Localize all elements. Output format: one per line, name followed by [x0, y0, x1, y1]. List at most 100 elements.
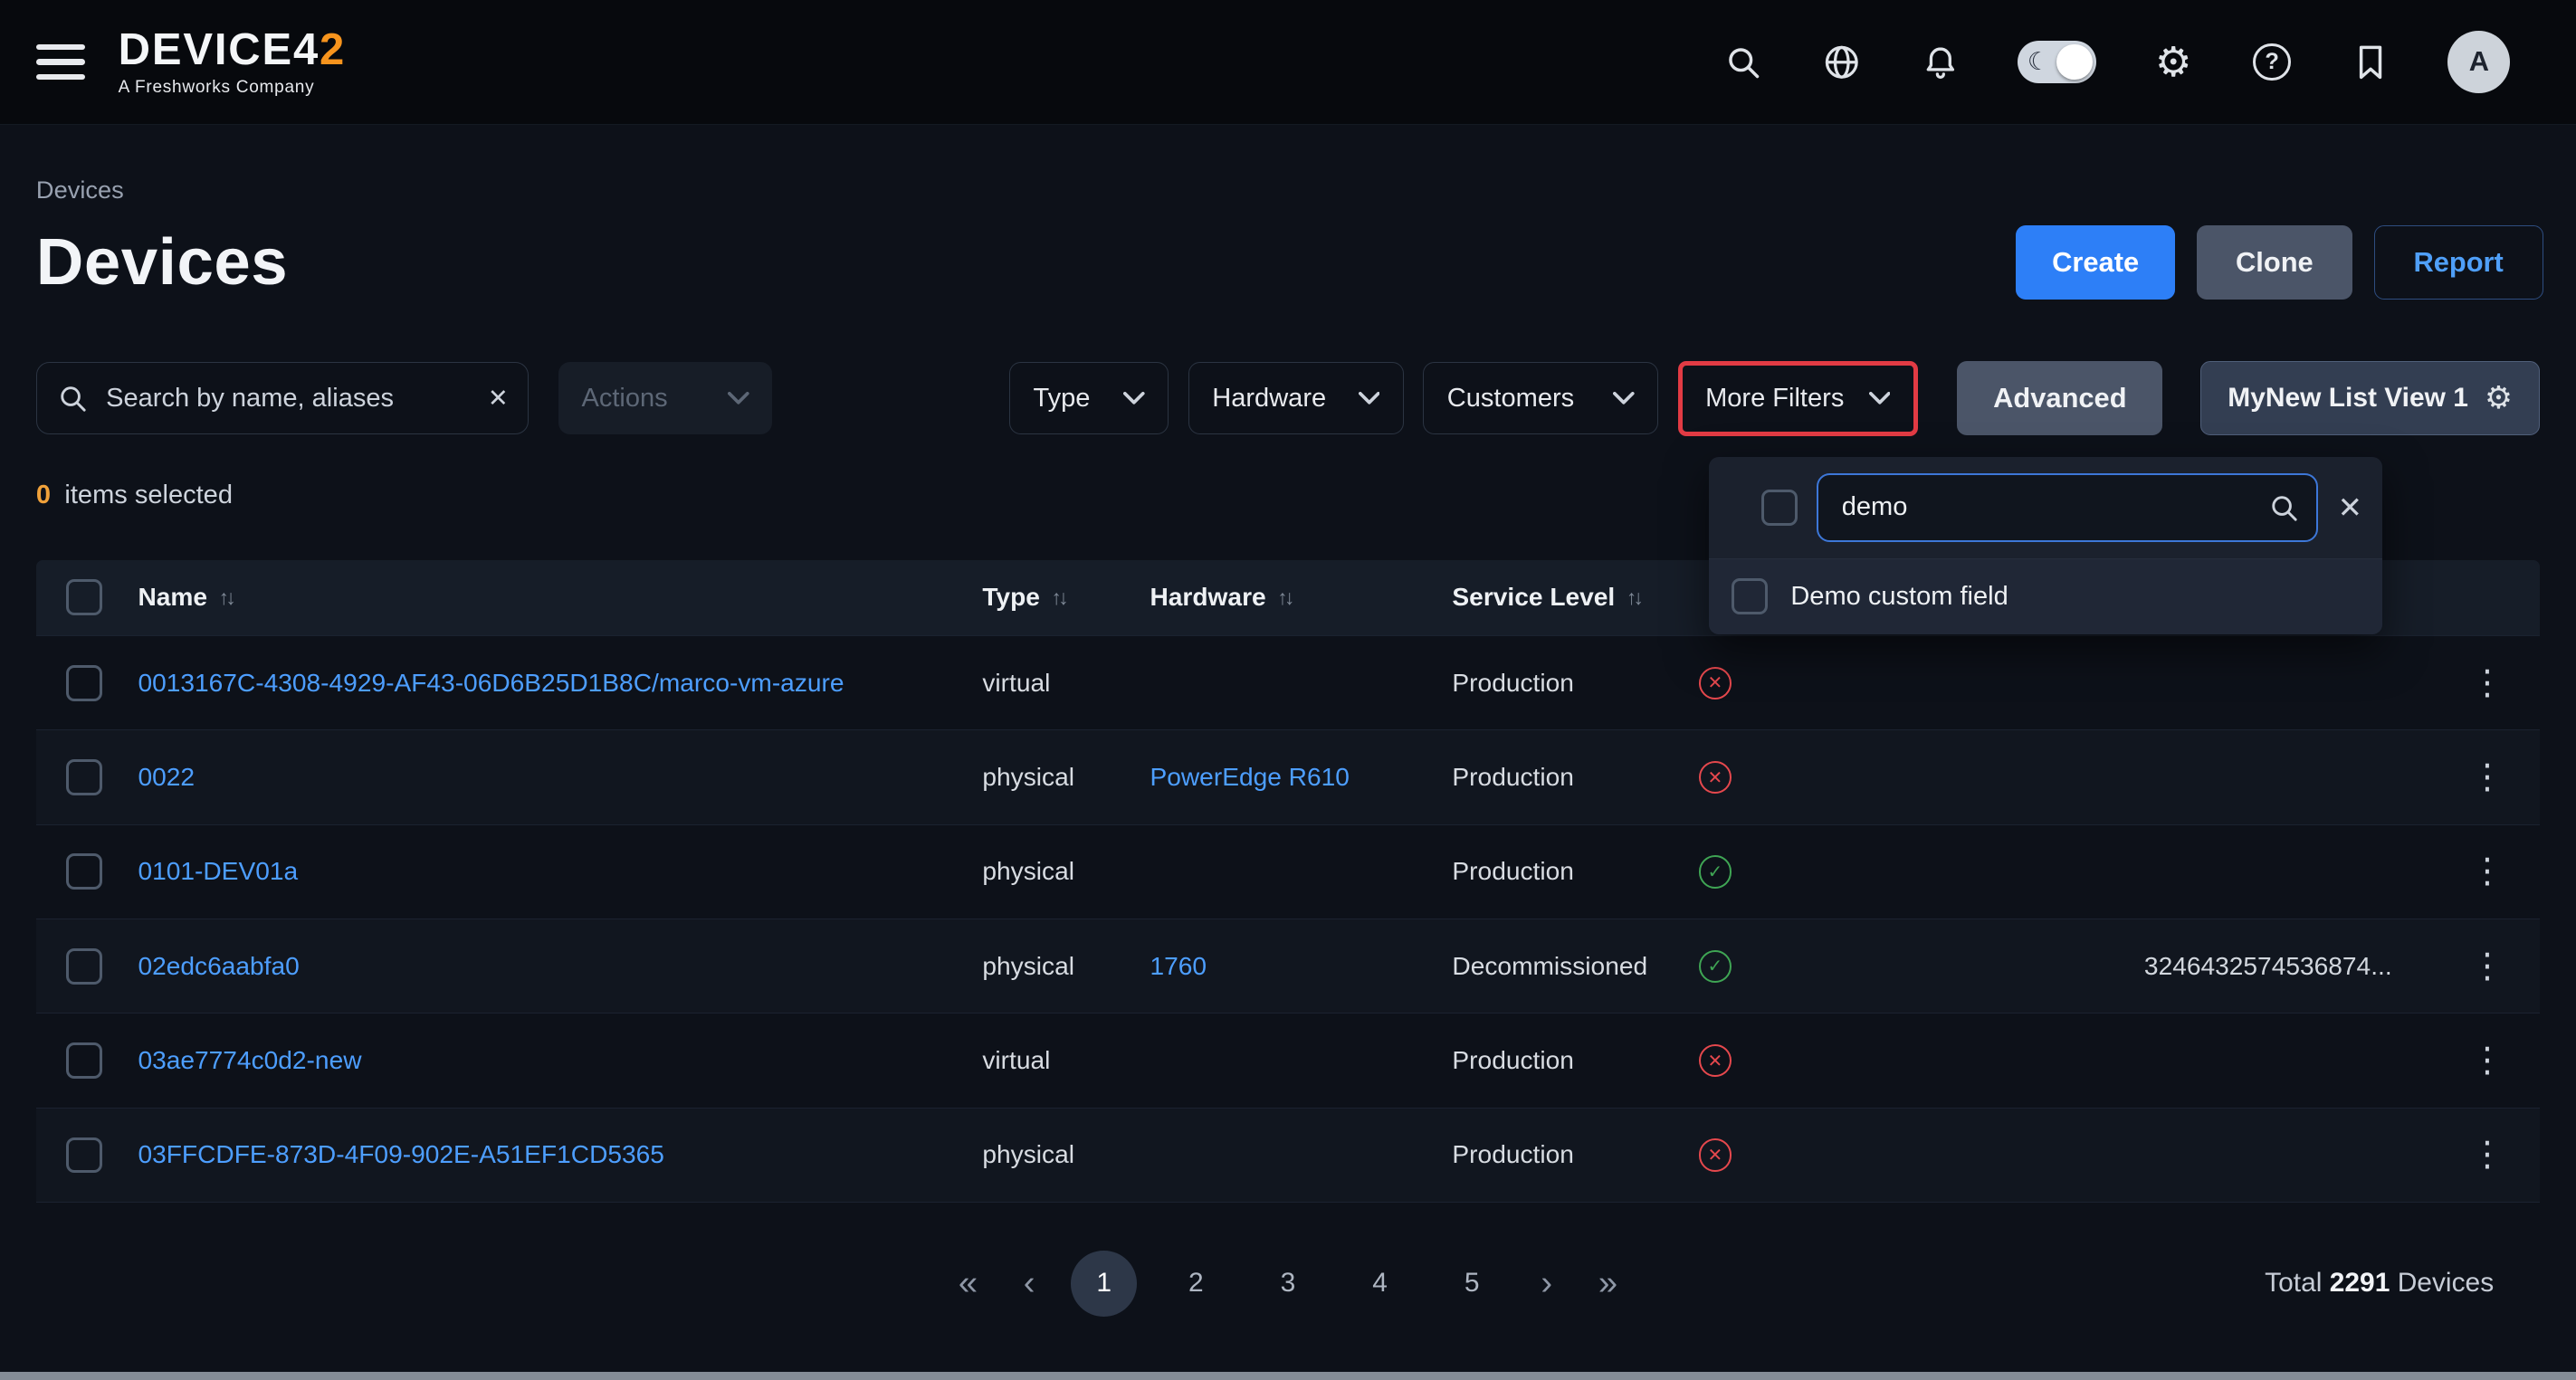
status-error-icon: ✕	[1699, 667, 1732, 700]
sort-icon[interactable]: ↑↓	[1277, 585, 1291, 610]
search-icon	[57, 383, 88, 414]
device-type-cell: physical	[982, 763, 1150, 792]
filter-select-checkbox[interactable]	[1761, 490, 1798, 526]
column-header-hardware[interactable]: Hardware ↑↓	[1150, 583, 1452, 612]
device-type-cell: physical	[982, 952, 1150, 981]
device-service-level-cell: Production	[1452, 1140, 1698, 1169]
sort-icon[interactable]: ↑↓	[1627, 585, 1640, 610]
moon-icon: ☾	[2027, 45, 2049, 78]
devices-table: Name ↑↓ Type ↑↓ Hardware ↑↓ Service Leve…	[36, 560, 2540, 1365]
column-header-name[interactable]: Name ↑↓	[138, 583, 982, 612]
prev-page-button[interactable]: ‹	[1014, 1264, 1045, 1303]
bookmark-icon[interactable]	[2349, 41, 2391, 83]
device-name-link[interactable]: 02edc6aabfa0	[138, 952, 982, 981]
search-icon[interactable]	[1722, 41, 1764, 83]
row-menu-icon[interactable]: ⋮	[2460, 662, 2514, 703]
column-header-type[interactable]: Type ↑↓	[982, 583, 1150, 612]
gear-icon[interactable]: ⚙	[2485, 383, 2513, 414]
row-checkbox[interactable]	[66, 1137, 102, 1174]
advanced-button[interactable]: Advanced	[1957, 361, 2162, 435]
customers-filter-label: Customers	[1447, 384, 1574, 414]
dark-mode-toggle[interactable]: ☾	[2018, 41, 2096, 83]
breadcrumb[interactable]: Devices	[36, 176, 2540, 205]
clear-search-icon[interactable]: ✕	[488, 384, 509, 413]
table-row: 03ae7774c0d2-new virtual Production ✕ ⋮	[36, 1013, 2540, 1107]
page-button-2[interactable]: 2	[1163, 1251, 1229, 1317]
sort-icon[interactable]: ↑↓	[1052, 585, 1065, 610]
horizontal-scrollbar[interactable]	[0, 1372, 2576, 1380]
row-menu-icon[interactable]: ⋮	[2460, 1135, 2514, 1175]
more-filters-search-row: ✕	[1709, 457, 2382, 559]
status-ok-icon: ✓	[1699, 855, 1732, 888]
first-page-button[interactable]: «	[949, 1264, 987, 1303]
chevron-down-icon	[1613, 392, 1635, 405]
help-icon[interactable]: ?	[2251, 41, 2294, 83]
user-avatar[interactable]: A	[2447, 31, 2510, 93]
close-panel-icon[interactable]: ✕	[2338, 490, 2362, 525]
navbar-right: ☾ ⚙ ? A	[1722, 31, 2510, 93]
device-name-link[interactable]: 0101-DEV01a	[138, 857, 982, 886]
actions-dropdown[interactable]: Actions	[558, 362, 772, 434]
status-ok-icon: ✓	[1699, 950, 1732, 983]
page-button-1[interactable]: 1	[1071, 1251, 1137, 1317]
menu-icon[interactable]	[36, 44, 85, 81]
device-name-link[interactable]: 03ae7774c0d2-new	[138, 1046, 982, 1075]
filter-search-input[interactable]	[1838, 491, 2256, 525]
bell-icon[interactable]	[1919, 41, 1961, 83]
option-checkbox[interactable]	[1732, 578, 1768, 614]
device-search-box: ✕	[36, 362, 530, 434]
pagination: « ‹ 12345 › »	[949, 1251, 1627, 1317]
row-checkbox[interactable]	[66, 1042, 102, 1079]
table-row: 03FFCDFE-873D-4F09-902E-A51EF1CD5365 phy…	[36, 1108, 2540, 1202]
sort-icon[interactable]: ↑↓	[219, 585, 233, 610]
column-header-service-level[interactable]: Service Level ↑↓	[1452, 583, 1698, 612]
device-service-level-cell: Production	[1452, 857, 1698, 886]
create-button[interactable]: Create	[2016, 225, 2175, 300]
row-menu-icon[interactable]: ⋮	[2460, 852, 2514, 892]
device-type-cell: physical	[982, 1140, 1150, 1169]
total-devices-label: Total 2291 Devices	[2265, 1268, 2494, 1299]
table-row: 0101-DEV01a physical Production ✓ ⋮	[36, 824, 2540, 918]
hardware-filter-dropdown[interactable]: Hardware	[1188, 362, 1404, 434]
type-filter-dropdown[interactable]: Type	[1009, 362, 1169, 434]
table-row: 0013167C-4308-4929-AF43-06D6B25D1B8C/mar…	[36, 635, 2540, 729]
row-checkbox[interactable]	[66, 853, 102, 890]
globe-icon[interactable]	[1820, 41, 1863, 83]
row-menu-icon[interactable]: ⋮	[2460, 1040, 2514, 1080]
row-checkbox[interactable]	[66, 948, 102, 985]
device-name-link[interactable]: 0022	[138, 763, 982, 792]
report-button[interactable]: Report	[2374, 225, 2543, 300]
page-button-3[interactable]: 3	[1255, 1251, 1321, 1317]
logo-accent: 2	[320, 25, 346, 74]
filter-search-box	[1817, 473, 2317, 542]
more-filters-dropdown[interactable]: More Filters	[1678, 361, 1918, 436]
row-checkbox[interactable]	[66, 665, 102, 701]
page-button-5[interactable]: 5	[1439, 1251, 1505, 1317]
device-search-input[interactable]	[103, 382, 473, 415]
row-menu-icon[interactable]: ⋮	[2460, 757, 2514, 797]
device-hardware-link[interactable]: 1760	[1150, 952, 1452, 981]
page-button-4[interactable]: 4	[1347, 1251, 1413, 1317]
device-hardware-link[interactable]: PowerEdge R610	[1150, 763, 1452, 792]
more-filters-panel: ✕ Demo custom field	[1709, 457, 2382, 634]
clone-button[interactable]: Clone	[2197, 225, 2352, 300]
list-view-button[interactable]: MyNew List View 1 ⚙	[2200, 361, 2540, 435]
filter-option-demo-custom-field[interactable]: Demo custom field	[1709, 558, 2382, 633]
settings-gear-icon[interactable]: ⚙	[2152, 41, 2195, 83]
logo-tagline: A Freshworks Company	[119, 79, 346, 96]
device-name-link[interactable]: 03FFCDFE-873D-4F09-902E-A51EF1CD5365	[138, 1140, 982, 1169]
actions-label: Actions	[581, 384, 667, 414]
top-navbar: DEVICE42 A Freshworks Company ☾ ⚙ ?	[0, 0, 2576, 125]
device42-logo[interactable]: DEVICE42 A Freshworks Company	[119, 28, 346, 96]
device-type-cell: virtual	[982, 669, 1150, 698]
filter-bar: ✕ Actions Type Hardware Customers More F…	[36, 361, 2540, 436]
row-menu-icon[interactable]: ⋮	[2460, 946, 2514, 986]
device-service-level-cell: Production	[1452, 1046, 1698, 1075]
last-page-button[interactable]: »	[1589, 1264, 1627, 1303]
device-name-link[interactable]: 0013167C-4308-4929-AF43-06D6B25D1B8C/mar…	[138, 669, 982, 698]
row-checkbox[interactable]	[66, 759, 102, 795]
select-all-checkbox[interactable]	[66, 579, 102, 615]
status-error-icon: ✕	[1699, 1138, 1732, 1171]
customers-filter-dropdown[interactable]: Customers	[1423, 362, 1658, 434]
next-page-button[interactable]: ›	[1531, 1264, 1562, 1303]
